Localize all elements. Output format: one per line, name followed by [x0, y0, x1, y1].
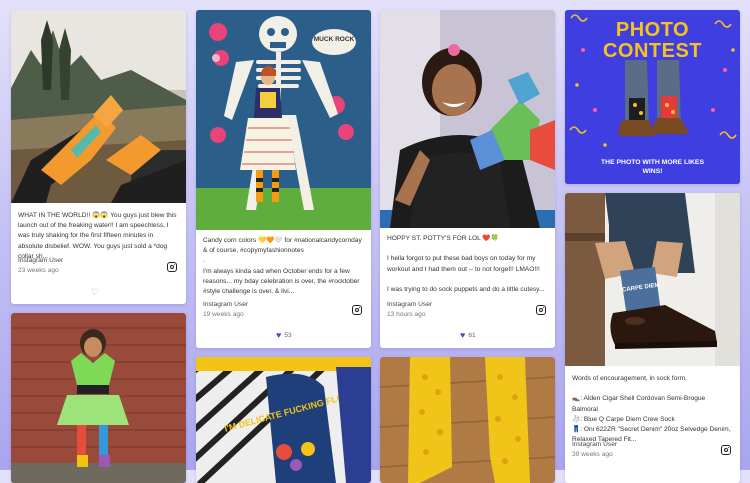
post-time: 19 weeks ago — [203, 310, 244, 318]
post-user: Instagram User — [572, 441, 618, 448]
contest-title: PHOTO CONTEST — [565, 20, 740, 62]
post-photo[interactable] — [380, 357, 555, 483]
contest-title-line1: PHOTO — [615, 19, 690, 41]
heart-icon: ♥ — [460, 330, 466, 340]
contest-subtitle: THE PHOTO WITH MORE LIKES WINS! — [601, 159, 704, 176]
contest-banner[interactable]: PHOTO CONTEST THE PHOTO WITH MORE LIKES … — [565, 10, 740, 184]
instagram-icon[interactable] — [536, 305, 546, 315]
like-count: 53 — [284, 332, 292, 339]
post-caption: Candy corn colors 💛🧡🤍 for #nationalcandy… — [203, 237, 362, 296]
like-count: 61 — [468, 332, 476, 339]
post-caption: WHAT IN THE WORLD!! 😱😱 You guys just ble… — [18, 212, 177, 260]
post-meta: Instagram User 13 hours ago — [387, 300, 432, 319]
post-time: 39 weeks ago — [572, 450, 613, 458]
post-photo[interactable]: CARPE DIEM — [565, 193, 740, 366]
post-time: 13 hours ago — [387, 310, 426, 318]
skull-sign-text: MUCK ROCK — [314, 36, 355, 43]
like-button[interactable]: ♡ — [91, 288, 102, 297]
post-photo[interactable] — [11, 313, 186, 483]
post-photo[interactable] — [11, 10, 186, 203]
post-card-6[interactable]: I'M DELICATE FUCKING FLOWER — [196, 357, 371, 483]
post-card-5[interactable] — [11, 313, 186, 483]
like-button[interactable]: ♥ 61 — [460, 331, 476, 340]
heart-outline-icon: ♡ — [91, 287, 100, 297]
instagram-icon[interactable] — [721, 445, 731, 455]
post-caption: HOPPY ST. POTTY'S FOR LOL ❤️🍀 I hella fo… — [387, 235, 545, 294]
post-user: Instagram User — [203, 301, 249, 308]
heart-icon: ♥ — [276, 330, 282, 340]
instagram-icon[interactable] — [352, 305, 362, 315]
post-card-1[interactable]: WHAT IN THE WORLD!! 😱😱 You guys just ble… — [11, 10, 186, 304]
post-meta: Instagram User 19 weeks ago — [203, 300, 248, 319]
post-photo[interactable]: I'M DELICATE FUCKING FLOWER — [196, 357, 371, 483]
instagram-icon[interactable] — [167, 262, 177, 272]
post-user: Instagram User — [18, 257, 64, 264]
post-card-7[interactable] — [380, 357, 555, 483]
post-meta: Instagram User 39 weeks ago — [572, 440, 617, 459]
like-button[interactable]: ♥ 53 — [276, 331, 292, 340]
post-photo[interactable] — [380, 10, 555, 228]
post-card-4[interactable]: CARPE DIEM Words of encouragement, in so… — [565, 193, 740, 483]
contest-title-line2: CONTEST — [602, 40, 703, 62]
post-meta: Instagram User 23 weeks ago — [18, 256, 63, 275]
post-card-2[interactable]: MUCK ROCK Candy corn colors 💛🧡🤍 for #nat… — [196, 10, 371, 348]
post-time: 23 weeks ago — [18, 266, 59, 274]
post-photo[interactable]: MUCK ROCK — [196, 10, 371, 230]
post-caption: Words of encouragement, in sock form. 👞:… — [572, 375, 731, 444]
post-user: Instagram User — [387, 301, 433, 308]
post-card-3[interactable]: HOPPY ST. POTTY'S FOR LOL ❤️🍀 I hella fo… — [380, 10, 555, 348]
